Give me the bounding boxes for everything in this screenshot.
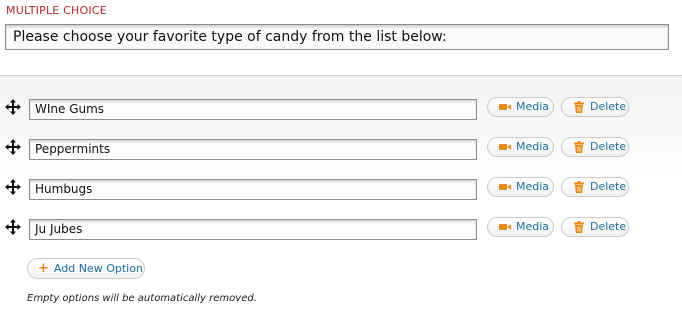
move-arrows-icon[interactable]	[5, 99, 21, 115]
options-panel: WIne Gums Media Delete Peppermints Media	[0, 75, 682, 315]
question-input[interactable]: Please choose your favorite type of cand…	[5, 24, 669, 50]
option-row: WIne Gums Media Delete	[0, 97, 682, 129]
option-input[interactable]: Humbugs	[29, 179, 477, 200]
media-label: Media	[516, 100, 550, 113]
delete-label: Delete	[590, 220, 627, 233]
delete-button[interactable]: Delete	[561, 217, 629, 237]
option-row: Humbugs Media Delete	[0, 177, 682, 209]
trash-icon	[573, 101, 585, 113]
delete-label: Delete	[590, 100, 627, 113]
add-new-option-button[interactable]: + Add New Option	[27, 258, 145, 279]
move-arrows-icon[interactable]	[5, 219, 21, 235]
trash-icon	[573, 141, 585, 153]
trash-icon	[573, 181, 585, 193]
delete-label: Delete	[590, 140, 627, 153]
delete-label: Delete	[590, 180, 627, 193]
delete-button[interactable]: Delete	[561, 177, 629, 197]
option-input[interactable]: Ju Jubes	[29, 219, 477, 240]
move-arrows-icon[interactable]	[5, 179, 21, 195]
media-button[interactable]: Media	[487, 177, 554, 197]
video-camera-icon	[499, 181, 511, 193]
add-new-option-label: Add New Option	[53, 262, 143, 275]
media-button[interactable]: Media	[487, 217, 554, 237]
delete-button[interactable]: Delete	[561, 137, 629, 157]
delete-button[interactable]: Delete	[561, 97, 629, 117]
video-camera-icon	[499, 101, 511, 113]
option-row: Ju Jubes Media Delete	[0, 217, 682, 249]
trash-icon	[573, 221, 585, 233]
option-input[interactable]: WIne Gums	[29, 99, 477, 120]
empty-options-hint: Empty options will be automatically remo…	[27, 293, 257, 304]
video-camera-icon	[499, 141, 511, 153]
media-button[interactable]: Media	[487, 137, 554, 157]
media-label: Media	[516, 180, 550, 193]
plus-icon: +	[38, 260, 49, 276]
section-title: MULTIPLE CHOICE	[6, 4, 107, 17]
media-label: Media	[516, 140, 550, 153]
option-input[interactable]: Peppermints	[29, 139, 477, 160]
media-label: Media	[516, 220, 550, 233]
move-arrows-icon[interactable]	[5, 139, 21, 155]
option-row: Peppermints Media Delete	[0, 137, 682, 169]
video-camera-icon	[499, 221, 511, 233]
media-button[interactable]: Media	[487, 97, 554, 117]
